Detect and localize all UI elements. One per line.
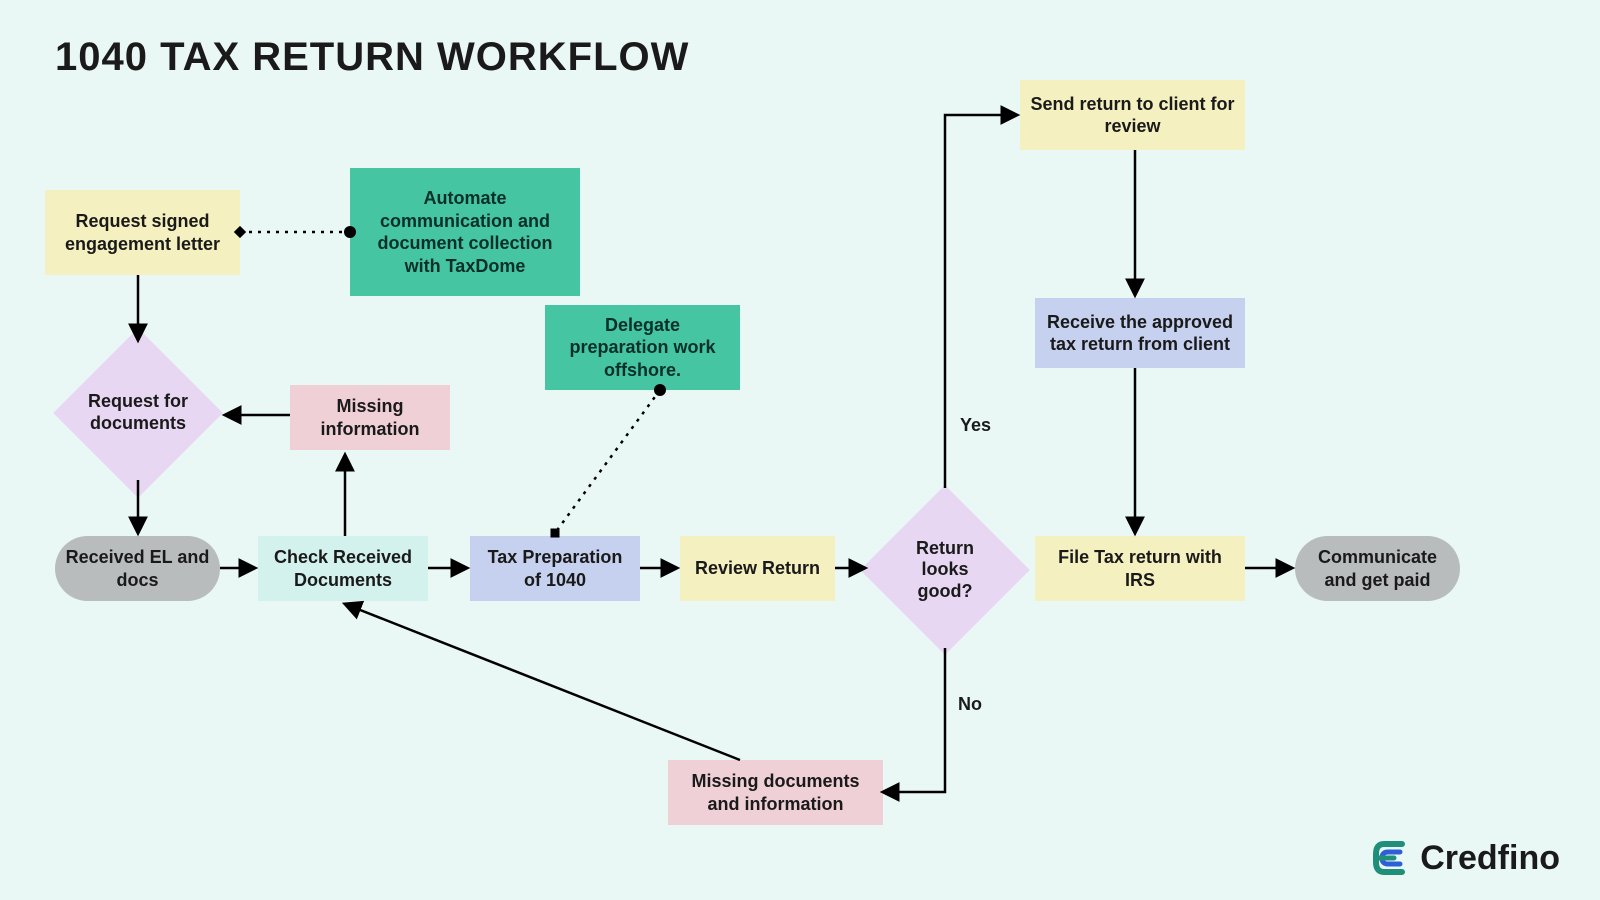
node-missing-information: Missing information xyxy=(290,385,450,450)
decision-request-documents: Request for documents xyxy=(53,328,223,498)
node-communicate-get-paid: Communicate and get paid xyxy=(1295,536,1460,601)
node-receive-approved-return: Receive the approved tax return from cli… xyxy=(1035,298,1245,368)
page-title: 1040 TAX RETURN WORKFLOW xyxy=(55,35,689,80)
brand-name: Credfino xyxy=(1420,839,1560,878)
node-automate-taxdome: Automate communication and document coll… xyxy=(350,168,580,296)
node-missing-docs-info: Missing documents and information xyxy=(668,760,883,825)
credfino-logo-icon xyxy=(1370,838,1410,878)
node-received-el-docs: Received EL and docs xyxy=(55,536,220,601)
brand-logo: Credfino xyxy=(1370,838,1560,878)
edge-label-yes: Yes xyxy=(960,415,991,436)
edge-label-no: No xyxy=(958,694,982,715)
node-review-return: Review Return xyxy=(680,536,835,601)
node-file-tax-return-irs: File Tax return with IRS xyxy=(1035,536,1245,601)
node-tax-preparation-1040: Tax Preparation of 1040 xyxy=(470,536,640,601)
node-request-signed-el: Request signed engagement letter xyxy=(45,190,240,275)
node-delegate-offshore: Delegate preparation work offshore. xyxy=(545,305,740,390)
decision-return-looks-good: Return looks good? xyxy=(860,485,1030,655)
node-send-return-to-client: Send return to client for review xyxy=(1020,80,1245,150)
node-check-received-docs: Check Received Documents xyxy=(258,536,428,601)
